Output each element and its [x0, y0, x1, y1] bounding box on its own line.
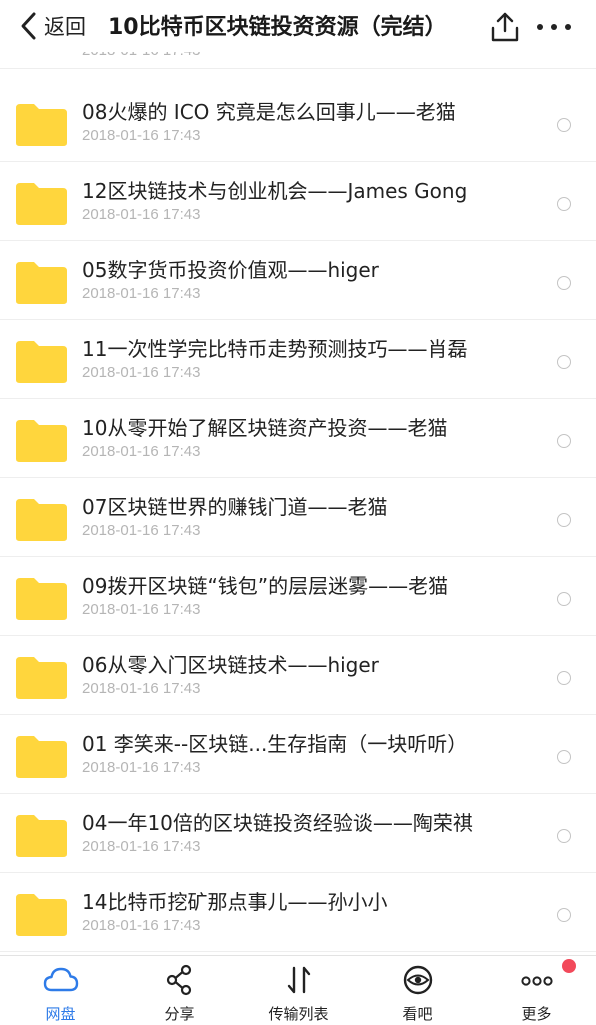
file-row[interactable]: 08火爆的 ICO 究竟是怎么回事儿——老猫 2018-01-16 17:43	[0, 83, 596, 162]
select-radio[interactable]	[557, 908, 571, 922]
file-name: 09拨开区块链“钱包”的层层迷雾——老猫	[82, 574, 449, 598]
tab-transfer-list[interactable]: 传输列表	[239, 956, 358, 1025]
more-circles-icon	[521, 976, 553, 986]
share-nodes-icon	[166, 964, 192, 996]
select-radio[interactable]	[557, 355, 571, 369]
tab-label: 传输列表	[268, 1005, 329, 1023]
file-name: 04一年10倍的区块链投资经验谈——陶荣祺	[82, 811, 473, 835]
cloud-icon	[43, 967, 79, 992]
select-radio[interactable]	[557, 513, 571, 527]
folder-icon	[16, 341, 67, 383]
file-row[interactable]: 09拨开区块链“钱包”的层层迷雾——老猫 2018-01-16 17:43	[0, 557, 596, 636]
tab-more[interactable]: 更多	[477, 956, 596, 1025]
transfer-arrows-icon	[287, 966, 311, 994]
folder-icon	[16, 815, 67, 857]
back-button[interactable]: 返回	[18, 8, 86, 44]
more-dots-icon[interactable]	[534, 12, 574, 42]
file-row[interactable]: 11一次性学完比特币走势预测技巧——肖磊 2018-01-16 17:43	[0, 320, 596, 399]
file-row[interactable]: 06从零入门区块链技术——higer 2018-01-16 17:43	[0, 636, 596, 715]
select-radio[interactable]	[557, 750, 571, 764]
select-radio[interactable]	[557, 592, 571, 606]
back-label: 返回	[44, 15, 86, 39]
folder-icon	[16, 183, 67, 225]
file-name: 11一次性学完比特币走势预测技巧——肖磊	[82, 337, 468, 361]
file-row[interactable]: 10从零开始了解区块链资产投资——老猫 2018-01-16 17:43	[0, 399, 596, 478]
select-radio[interactable]	[557, 197, 571, 211]
folder-icon	[16, 104, 67, 146]
upload-share-icon[interactable]	[488, 10, 522, 44]
file-date: 2018-01-16 17:43	[82, 917, 201, 934]
file-row[interactable]: 14比特币挖矿那点事儿——孙小小 2018-01-16 17:43	[0, 873, 596, 952]
select-radio[interactable]	[557, 276, 571, 290]
select-radio[interactable]	[557, 434, 571, 448]
tab-label: 看吧	[402, 1005, 433, 1023]
file-name: 01 李笑来--区块链...生存指南（一块听听）	[82, 732, 468, 756]
page-title: 10比特币区块链投资资源（完结）	[108, 15, 447, 40]
folder-icon	[16, 894, 67, 936]
file-date: 2018-01-16 17:43	[82, 364, 201, 381]
folder-icon	[16, 736, 67, 778]
notification-badge	[562, 959, 576, 973]
file-date: 2018-01-16 17:43	[82, 206, 201, 223]
file-row[interactable]: 05数字货币投资价值观——higer 2018-01-16 17:43	[0, 241, 596, 320]
file-date: 2018-01-16 17:43	[82, 601, 201, 618]
file-name: 06从零入门区块链技术——higer	[82, 653, 379, 677]
folder-icon	[16, 420, 67, 462]
file-name: 12区块链技术与创业机会——James Gong	[82, 179, 468, 203]
tab-label: 更多	[521, 1005, 552, 1023]
file-date: 2018-01-16 17:43	[82, 127, 201, 144]
file-name: 05数字货币投资价值观——higer	[82, 258, 379, 282]
bottom-tab-bar: 网盘 分享 传输列表 看吧 更多	[0, 955, 596, 1024]
file-row[interactable]: 01 李笑来--区块链...生存指南（一块听听） 2018-01-16 17:4…	[0, 715, 596, 794]
file-date: 2018-01-16 17:43	[82, 285, 201, 302]
folder-icon	[16, 578, 67, 620]
file-name: 07区块链世界的赚钱门道——老猫	[82, 495, 388, 519]
folder-icon	[16, 499, 67, 541]
folder-icon	[16, 657, 67, 699]
top-nav-bar: 返回 10比特币区块链投资资源（完结）	[0, 0, 596, 52]
tab-share[interactable]: 分享	[120, 956, 239, 1025]
file-date: 2018-01-16 17:43	[82, 680, 201, 697]
eye-icon	[403, 965, 433, 995]
file-date: 2018-01-16 17:43	[82, 838, 201, 855]
file-list: 2018-01-16 17:43 08火爆的 ICO 究竟是怎么回事儿——老猫 …	[0, 0, 596, 955]
file-row[interactable]: 12区块链技术与创业机会——James Gong 2018-01-16 17:4…	[0, 162, 596, 241]
folder-icon	[16, 262, 67, 304]
file-date: 2018-01-16 17:43	[82, 443, 201, 460]
file-name: 14比特币挖矿那点事儿——孙小小	[82, 890, 388, 914]
file-date: 2018-01-16 17:43	[82, 759, 201, 776]
file-name: 08火爆的 ICO 究竟是怎么回事儿——老猫	[82, 100, 456, 124]
select-radio[interactable]	[557, 829, 571, 843]
tab-label: 分享	[164, 1005, 195, 1023]
tab-label: 网盘	[45, 1005, 76, 1023]
file-date: 2018-01-16 17:43	[82, 522, 201, 539]
select-radio[interactable]	[557, 118, 571, 132]
tab-netdisk[interactable]: 网盘	[1, 956, 120, 1025]
file-row[interactable]: 07区块链世界的赚钱门道——老猫 2018-01-16 17:43	[0, 478, 596, 557]
select-radio[interactable]	[557, 671, 571, 685]
chevron-left-icon	[21, 12, 36, 40]
file-name: 10从零开始了解区块链资产投资——老猫	[82, 416, 448, 440]
tab-watch[interactable]: 看吧	[358, 956, 477, 1025]
file-row[interactable]: 04一年10倍的区块链投资经验谈——陶荣祺 2018-01-16 17:43	[0, 794, 596, 873]
